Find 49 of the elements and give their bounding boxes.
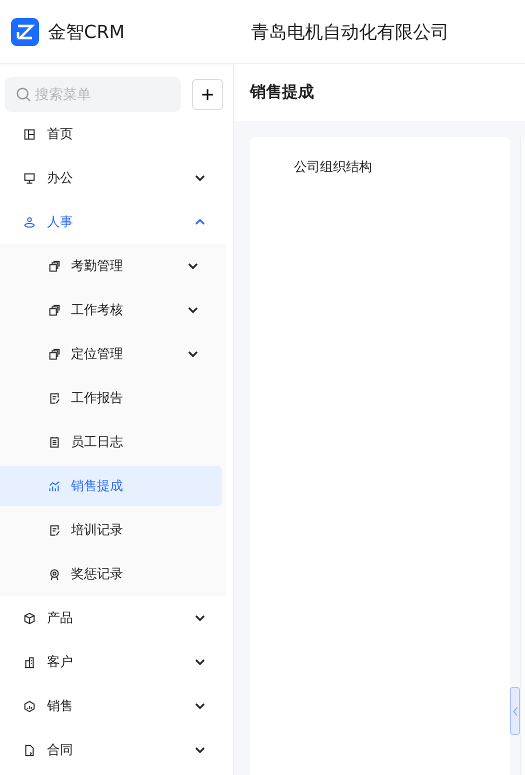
menu-item[interactable]: 客户: [0, 640, 233, 684]
submenu-item[interactable]: 奖惩记录: [0, 552, 226, 596]
menu-item[interactable]: 合同: [0, 728, 233, 772]
company-name: 青岛电机自动化有限公司: [250, 20, 449, 44]
stack-icon: [48, 348, 61, 360]
submenu-item[interactable]: 员工日志: [0, 420, 226, 464]
panel-title: 公司组织结构: [294, 160, 372, 175]
search-field[interactable]: 搜索菜单: [5, 77, 181, 112]
notebook-icon: [48, 436, 61, 448]
monitor-icon: [23, 172, 36, 184]
submenu-item[interactable]: 定位管理: [0, 332, 226, 376]
medal-icon: [48, 568, 61, 580]
add-button[interactable]: +: [192, 79, 223, 110]
menu-item[interactable]: 产品: [0, 596, 233, 640]
stack-icon: [48, 304, 61, 316]
stack-icon: [48, 260, 61, 272]
cube-icon: [23, 612, 36, 624]
document-icon: [23, 744, 36, 756]
chevron-down-icon: [188, 263, 198, 269]
chevron-down-icon: [195, 659, 205, 665]
menu-item[interactable]: 首页: [0, 112, 233, 156]
chart-icon: [48, 480, 61, 492]
menu-item[interactable]: 人事: [0, 200, 233, 244]
chevron-down-icon: [188, 351, 198, 357]
chevron-down-icon: [188, 307, 198, 313]
app-name: 金智CRM: [48, 20, 125, 44]
chevron-down-icon: [195, 747, 205, 753]
submenu-item[interactable]: 工作考核: [0, 288, 226, 332]
chevron-down-icon: [195, 175, 205, 181]
note-icon: [48, 392, 61, 404]
chevron-up-icon: [195, 219, 205, 225]
page-title: 销售提成: [250, 82, 314, 103]
menu-item[interactable]: 办公: [0, 156, 233, 200]
building-icon: [23, 656, 36, 668]
chevron-down-icon: [195, 615, 205, 621]
submenu-item[interactable]: 培训记录: [0, 508, 226, 552]
panel-icon: [23, 128, 36, 140]
collapse-handle[interactable]: [510, 687, 520, 735]
chevron-down-icon: [195, 703, 205, 709]
submenu-item[interactable]: 销售提成: [0, 466, 222, 506]
chevron-left-icon: [512, 706, 518, 716]
person-icon: [23, 216, 36, 228]
submenu-item[interactable]: 工作报告: [0, 376, 226, 420]
note-icon: [48, 524, 61, 536]
logo-icon: [11, 18, 39, 46]
submenu-item[interactable]: 考勤管理: [0, 244, 226, 288]
search-icon: [16, 87, 31, 102]
menu-item[interactable]: 销售: [0, 684, 233, 728]
hexagon-icon: [23, 700, 36, 712]
